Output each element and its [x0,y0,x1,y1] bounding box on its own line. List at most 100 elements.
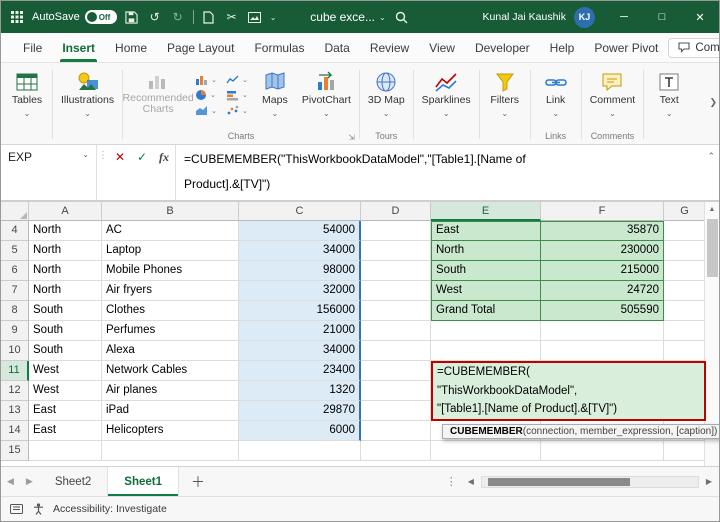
cell-B11[interactable]: Network Cables [102,361,239,381]
more-commands-chevron-icon[interactable]: ⌄ [270,13,277,22]
formula-bar-collapse-chevron-icon[interactable]: ⌃ [707,151,715,162]
column-header-b[interactable]: B [102,202,239,221]
cell-A6[interactable]: North [29,261,102,281]
hscroll-left-arrow-icon[interactable]: ◀ [465,477,477,486]
cell-C13[interactable]: 29870 [239,401,361,421]
row-header-6[interactable]: 6 [1,261,29,281]
sheet-nav-right-icon[interactable]: ▶ [20,476,39,487]
cell-C7[interactable]: 32000 [239,281,361,301]
cell-D11[interactable] [361,361,431,381]
recommended-charts-button[interactable]: Recommended Charts [126,65,190,116]
text-button[interactable]: Text ⌄ [647,65,691,120]
tables-button[interactable]: Tables ⌄ [5,65,49,120]
cell-A7[interactable]: North [29,281,102,301]
accessibility-icon[interactable] [31,502,45,516]
redo-icon[interactable]: ↻ [170,9,186,25]
cell-C12[interactable]: 1320 [239,381,361,401]
cell-C4[interactable]: 54000 [239,221,361,241]
cell-B15[interactable] [102,441,239,461]
row-header-15[interactable]: 15 [1,441,29,461]
cell-F10[interactable] [541,341,664,361]
row-header-11[interactable]: 11 [1,361,29,381]
row-header-12[interactable]: 12 [1,381,29,401]
cell-G7[interactable] [664,281,706,301]
cell-A14[interactable]: East [29,421,102,441]
cell-E9[interactable] [431,321,541,341]
formula-input[interactable]: =CUBEMEMBER("ThisWorkbookDataModel","[Ta… [176,145,719,200]
pie-chart-button[interactable]: ⌄ [195,89,217,101]
cell-A13[interactable]: East [29,401,102,421]
scatter-chart-button[interactable]: ⌄ [226,105,248,116]
cell-B8[interactable]: Clothes [102,301,239,321]
cell-F8[interactable]: 505590 [541,301,664,321]
cell-F6[interactable]: 215000 [541,261,664,281]
cut-icon[interactable]: ✂ [224,9,240,25]
keyboard-mode-icon[interactable] [9,502,23,516]
sheet-tab-sheet2[interactable]: Sheet2 [39,467,108,496]
hscroll-right-arrow-icon[interactable]: ▶ [703,477,715,486]
charts-dialog-launcher-icon[interactable]: ⇲ [348,134,355,142]
cell-F5[interactable]: 230000 [541,241,664,261]
cell-G15[interactable] [664,441,706,461]
cancel-entry-button[interactable]: ✕ [109,150,131,164]
tab-file[interactable]: File [13,33,52,62]
row-header-10[interactable]: 10 [1,341,29,361]
horizontal-scroll-thumb[interactable] [488,478,630,486]
cell-edit-overlay[interactable]: =CUBEMEMBER( "ThisWorkbookDataModel", "[… [431,361,706,421]
link-button[interactable]: Link ⌄ [534,65,578,120]
autosave-toggle[interactable]: AutoSave Off [32,10,117,24]
cell-D10[interactable] [361,341,431,361]
cell-A8[interactable]: South [29,301,102,321]
cell-D13[interactable] [361,401,431,421]
confirm-entry-button[interactable]: ✓ [131,150,153,164]
sheet-bar-grip-icon[interactable]: ⋮ [442,475,461,488]
tab-data[interactable]: Data [314,33,359,62]
cell-D6[interactable] [361,261,431,281]
row-header-4[interactable]: 4 [1,221,29,241]
cell-C9[interactable]: 21000 [239,321,361,341]
cell-C14[interactable]: 6000 [239,421,361,441]
cell-A15[interactable] [29,441,102,461]
cell-F15[interactable] [541,441,664,461]
column-header-f[interactable]: F [541,202,664,221]
cell-D4[interactable] [361,221,431,241]
cell-B4[interactable]: AC [102,221,239,241]
cell-A10[interactable]: South [29,341,102,361]
line-chart-button[interactable]: ⌄ [226,74,248,85]
cell-F4[interactable]: 35870 [541,221,664,241]
cell-A12[interactable]: West [29,381,102,401]
cell-C15[interactable] [239,441,361,461]
row-header-13[interactable]: 13 [1,401,29,421]
cell-C5[interactable]: 34000 [239,241,361,261]
column-header-c[interactable]: C [239,202,361,221]
save-icon[interactable] [124,9,140,25]
insert-function-button[interactable]: fx [153,150,175,165]
scroll-up-arrow-icon[interactable]: ▲ [705,202,719,217]
cell-B14[interactable]: Helicopters [102,421,239,441]
ribbon-scroll-chevron-icon[interactable]: ❯ [709,97,717,108]
cell-A4[interactable]: North [29,221,102,241]
cell-B7[interactable]: Air fryers [102,281,239,301]
cell-C6[interactable]: 98000 [239,261,361,281]
cell-A5[interactable]: North [29,241,102,261]
row-header-7[interactable]: 7 [1,281,29,301]
row-header-9[interactable]: 9 [1,321,29,341]
column-chart-button[interactable]: ⌄ [195,74,217,85]
area-chart-button[interactable]: ⌄ [195,105,217,116]
sparklines-button[interactable]: Sparklines ⌄ [417,65,476,120]
3d-map-button[interactable]: 3D Map ⌄ [363,65,410,120]
column-header-a[interactable]: A [29,202,102,221]
bar-chart-button[interactable]: ⌄ [226,89,248,101]
cell-D14[interactable] [361,421,431,441]
cell-B6[interactable]: Mobile Phones [102,261,239,281]
cell-D5[interactable] [361,241,431,261]
tab-developer[interactable]: Developer [465,33,540,62]
cell-C11[interactable]: 23400 [239,361,361,381]
cell-B5[interactable]: Laptop [102,241,239,261]
cell-G10[interactable] [664,341,706,361]
cell-D9[interactable] [361,321,431,341]
illustrations-button[interactable]: Illustrations ⌄ [56,65,119,120]
cell-D12[interactable] [361,381,431,401]
search-icon[interactable] [394,9,410,25]
cell-D15[interactable] [361,441,431,461]
